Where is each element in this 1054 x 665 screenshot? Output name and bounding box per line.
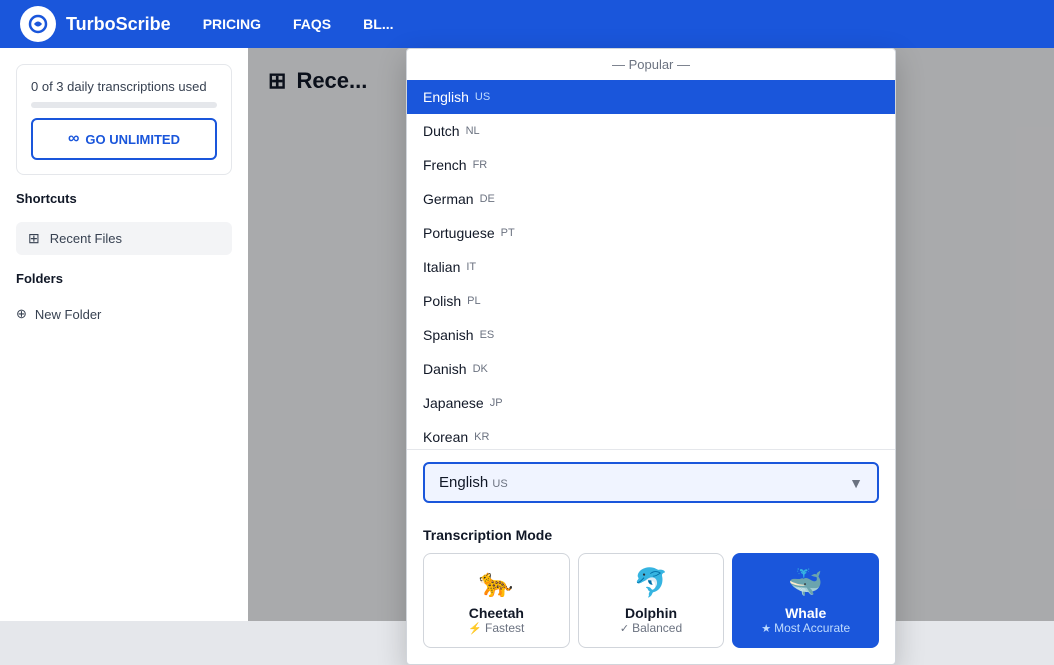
content-area: ⊞ Rece... — Popular —English usDutch nlF… [248,48,1054,621]
whale-name: Whale [741,605,870,621]
usage-card: 0 of 3 daily transcriptions used ∞ GO UN… [16,64,232,175]
language-item[interactable]: Italian it [407,250,895,284]
go-unlimited-button[interactable]: ∞ GO UNLIMITED [31,118,217,160]
new-folder-label: New Folder [35,307,101,322]
shortcuts-label: Shortcuts [16,191,232,206]
whale-desc-text: Most Accurate [774,621,850,635]
nav-pricing[interactable]: PRICING [203,16,261,32]
chevron-down-icon: ▼ [849,475,863,491]
dolphin-desc: ✓ Balanced [587,621,716,635]
logo-icon [20,6,56,42]
cheetah-desc: ⚡ Fastest [432,621,561,635]
whale-desc-icon: ★ [761,622,771,635]
language-item[interactable]: English us [407,80,895,114]
mode-cheetah-card[interactable]: 🐆 Cheetah ⚡ Fastest [423,553,570,648]
popular-section-label: — Popular — [407,49,895,80]
mode-dolphin-card[interactable]: 🐬 Dolphin ✓ Balanced [578,553,725,648]
language-item[interactable]: Japanese jp [407,386,895,420]
recent-files-label: Recent Files [50,231,122,246]
mode-whale-card[interactable]: 🐳 Whale ★ Most Accurate [732,553,879,648]
usage-text: 0 of 3 daily transcriptions used [31,79,217,94]
language-item[interactable]: Korean kr [407,420,895,449]
plus-circle-icon: ⊕ [16,306,27,322]
language-item[interactable]: French fr [407,148,895,182]
cheetah-emoji: 🐆 [432,566,561,599]
nav-blog[interactable]: BL... [363,16,393,32]
dolphin-name: Dolphin [587,605,716,621]
grid-icon: ⊞ [28,230,40,247]
language-item[interactable]: German de [407,182,895,216]
recent-files-button[interactable]: ⊞ Recent Files [16,222,232,255]
folders-label: Folders [16,271,232,286]
transcription-mode-section: Transcription Mode 🐆 Cheetah ⚡ Fastest 🐬… [407,515,895,664]
mode-options: 🐆 Cheetah ⚡ Fastest 🐬 Dolphin ✓ Balanced… [423,553,879,648]
infinity-icon: ∞ [68,130,79,148]
whale-emoji: 🐳 [741,566,870,599]
language-select-box[interactable]: English US ▼ [423,462,879,503]
sidebar: 0 of 3 daily transcriptions used ∞ GO UN… [0,48,248,621]
usage-bar [31,102,217,108]
language-item[interactable]: Spanish es [407,318,895,352]
logo-text: TurboScribe [66,14,171,35]
mode-label: Transcription Mode [423,527,879,543]
language-item[interactable]: Portuguese pt [407,216,895,250]
language-list[interactable]: — Popular —English usDutch nlFrench frGe… [407,49,895,449]
dolphin-emoji: 🐬 [587,566,716,599]
dolphin-desc-icon: ✓ [620,622,629,635]
shortcuts-section: Shortcuts [16,191,232,206]
logo-area: TurboScribe [20,6,171,42]
new-folder-button[interactable]: ⊕ New Folder [16,302,232,326]
folders-section: Folders [16,271,232,286]
nav-faqs[interactable]: FAQS [293,16,331,32]
select-area: English US ▼ [407,449,895,515]
cheetah-name: Cheetah [432,605,561,621]
language-dropdown-popup: — Popular —English usDutch nlFrench frGe… [406,48,896,665]
language-item[interactable]: Dutch nl [407,114,895,148]
language-item[interactable]: Polish pl [407,284,895,318]
cheetah-desc-text: Fastest [485,621,524,635]
selected-language-text: English US [439,474,508,491]
dolphin-desc-text: Balanced [632,621,682,635]
whale-desc: ★ Most Accurate [741,621,870,635]
cheetah-desc-icon: ⚡ [468,622,482,635]
modal-overlay: — Popular —English usDutch nlFrench frGe… [248,48,1054,621]
top-nav: TurboScribe PRICING FAQS BL... [0,0,1054,48]
language-item[interactable]: Danish dk [407,352,895,386]
go-unlimited-label: GO UNLIMITED [85,132,180,147]
